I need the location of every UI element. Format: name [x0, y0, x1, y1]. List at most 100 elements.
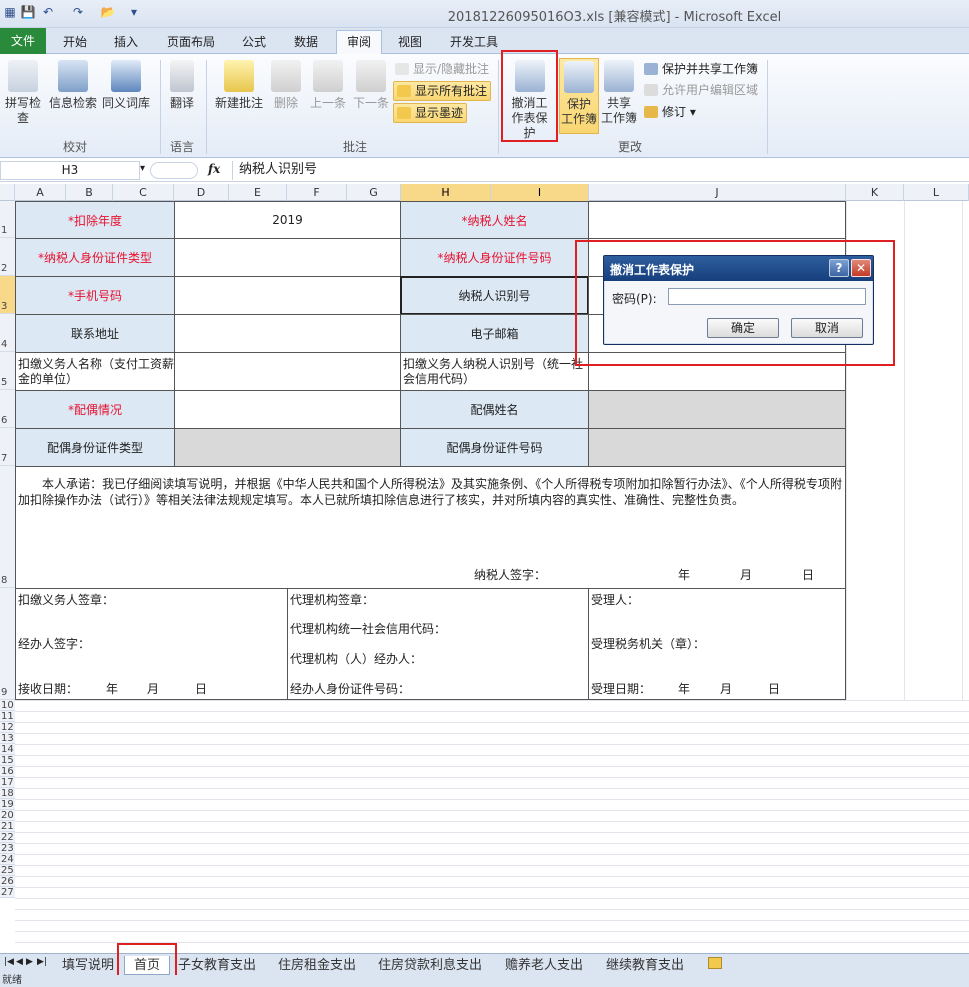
row-header[interactable]: 7 [0, 428, 15, 466]
show-ink-button[interactable]: 显示墨迹 [393, 103, 468, 123]
sheet-tab[interactable]: 住房租金支出 [278, 956, 356, 975]
row-header[interactable]: 9 [0, 588, 15, 700]
delete-comment-button[interactable]: 删除 [268, 60, 304, 111]
row-header[interactable]: 11 [0, 711, 15, 722]
next-sheet-icon[interactable]: ▶ [26, 957, 33, 967]
show-all-comments-button[interactable]: 显示所有批注 [393, 81, 492, 101]
spouse-status-value[interactable] [174, 390, 401, 429]
deduct-year-value[interactable]: 2019 [174, 201, 401, 239]
column-header-b[interactable]: B [66, 184, 113, 201]
column-header-f[interactable]: F [287, 184, 347, 201]
row-header[interactable]: 2 [0, 238, 15, 276]
spouse-id-type-value[interactable] [174, 428, 401, 467]
track-changes-button[interactable]: 修订 ▾ [644, 103, 696, 121]
column-header-h[interactable]: H [401, 184, 491, 201]
withholder-name-value[interactable] [174, 352, 401, 391]
name-box-dropdown-icon[interactable]: ▾ [140, 163, 145, 174]
row-header[interactable]: 21 [0, 821, 15, 832]
formula-input[interactable]: 纳税人识别号 [232, 161, 969, 180]
research-button[interactable]: 信息检索 [48, 60, 98, 111]
row-header[interactable]: 22 [0, 832, 15, 843]
column-header-a[interactable]: A [15, 184, 66, 201]
protect-and-share-button[interactable]: 保护并共享工作簿 [644, 60, 758, 78]
last-sheet-icon[interactable]: ▶| [37, 957, 47, 967]
select-all-corner[interactable] [0, 184, 15, 201]
row-header[interactable]: 1 [0, 201, 15, 238]
row-header[interactable]: 5 [0, 352, 15, 390]
new-comment-button[interactable]: 新建批注 [212, 60, 266, 111]
tab-view[interactable]: 视图 [390, 31, 430, 54]
show-hide-comment-button[interactable]: 显示/隐藏批注 [395, 60, 489, 78]
address-value[interactable] [174, 314, 401, 353]
column-header-c[interactable]: C [113, 184, 174, 201]
column-header-g[interactable]: G [347, 184, 401, 201]
previous-comment-button[interactable]: 上一条 [306, 60, 350, 111]
sheet-tab[interactable]: 继续教育支出 [606, 956, 684, 975]
allow-edit-ranges-button[interactable]: 允许用户编辑区域 [644, 81, 758, 99]
id-type-value[interactable] [174, 238, 401, 277]
row-header[interactable]: 13 [0, 733, 15, 744]
row-header[interactable]: 17 [0, 777, 15, 788]
tab-insert[interactable]: 插入 [106, 31, 146, 54]
translate-button[interactable]: 翻译 [166, 60, 198, 111]
empty-grid[interactable] [15, 700, 969, 953]
tab-home[interactable]: 开始 [55, 31, 95, 54]
tab-page-layout[interactable]: 页面布局 [160, 31, 222, 54]
column-header-k[interactable]: K [846, 184, 904, 201]
next-comment-button[interactable]: 下一条 [350, 60, 392, 111]
row-header[interactable]: 14 [0, 744, 15, 755]
column-header-e[interactable]: E [229, 184, 287, 201]
row-header[interactable]: 26 [0, 876, 15, 887]
spouse-id-number-value[interactable] [588, 428, 846, 467]
spouse-name-value[interactable] [588, 390, 846, 429]
row-header[interactable]: 3 [0, 276, 15, 314]
close-button[interactable]: ✕ [851, 259, 871, 277]
row-header[interactable]: 15 [0, 755, 15, 766]
share-workbook-button[interactable]: 共享 工作簿 [600, 60, 638, 126]
sheet-tab[interactable]: 填写说明 [62, 956, 114, 975]
column-header-j[interactable]: J [589, 184, 846, 201]
insert-sheet-icon[interactable] [708, 957, 722, 969]
protect-workbook-button[interactable]: 保护 工作簿 [559, 58, 599, 134]
row-header[interactable]: 23 [0, 843, 15, 854]
insert-function-icon[interactable]: fx [208, 162, 220, 176]
help-button[interactable]: ? [829, 259, 849, 277]
column-header-i[interactable]: I [491, 184, 589, 201]
taxpayer-id-label[interactable]: 纳税人识别号 [400, 276, 589, 315]
sheet-tab[interactable]: 子女教育支出 [178, 956, 256, 975]
row-header[interactable]: 16 [0, 766, 15, 777]
ok-button[interactable]: 确定 [707, 318, 779, 338]
tab-data[interactable]: 数据 [286, 31, 326, 54]
tab-formulas[interactable]: 公式 [234, 31, 274, 54]
password-input[interactable] [668, 288, 866, 305]
tab-file[interactable]: 文件 [0, 28, 46, 54]
row-header[interactable]: 25 [0, 865, 15, 876]
sheet-tab[interactable]: 赡养老人支出 [505, 956, 583, 975]
tab-developer[interactable]: 开发工具 [443, 31, 505, 54]
row-header[interactable]: 10 [0, 700, 15, 711]
row-header[interactable]: 12 [0, 722, 15, 733]
name-box[interactable]: H3 [0, 161, 140, 180]
group-label-language: 语言 [169, 140, 194, 154]
row-header[interactable]: 24 [0, 854, 15, 865]
row-header[interactable]: 19 [0, 799, 15, 810]
column-header-d[interactable]: D [174, 184, 229, 201]
row-header[interactable]: 6 [0, 390, 15, 428]
spell-check-button[interactable]: 拼写检查 [0, 60, 46, 126]
cancel-button[interactable]: 取消 [791, 318, 863, 338]
tab-review[interactable]: 审阅 [336, 30, 382, 54]
unprotect-sheet-button[interactable]: 撤消工作表保护 [504, 60, 555, 141]
row-header[interactable]: 18 [0, 788, 15, 799]
phone-value[interactable] [174, 276, 401, 315]
first-sheet-icon[interactable]: |◀ [4, 957, 14, 967]
row-header[interactable]: 8 [0, 466, 15, 588]
row-header[interactable]: 27 [0, 887, 15, 898]
formula-bar-resize[interactable] [150, 162, 198, 179]
sheet-tab[interactable]: 住房贷款利息支出 [378, 956, 482, 975]
taxpayer-name-value[interactable] [588, 201, 846, 239]
row-header[interactable]: 20 [0, 810, 15, 821]
thesaurus-button[interactable]: 同义词库 [100, 60, 152, 111]
column-header-l[interactable]: L [904, 184, 969, 201]
row-header[interactable]: 4 [0, 314, 15, 352]
prev-sheet-icon[interactable]: ◀ [16, 957, 23, 967]
